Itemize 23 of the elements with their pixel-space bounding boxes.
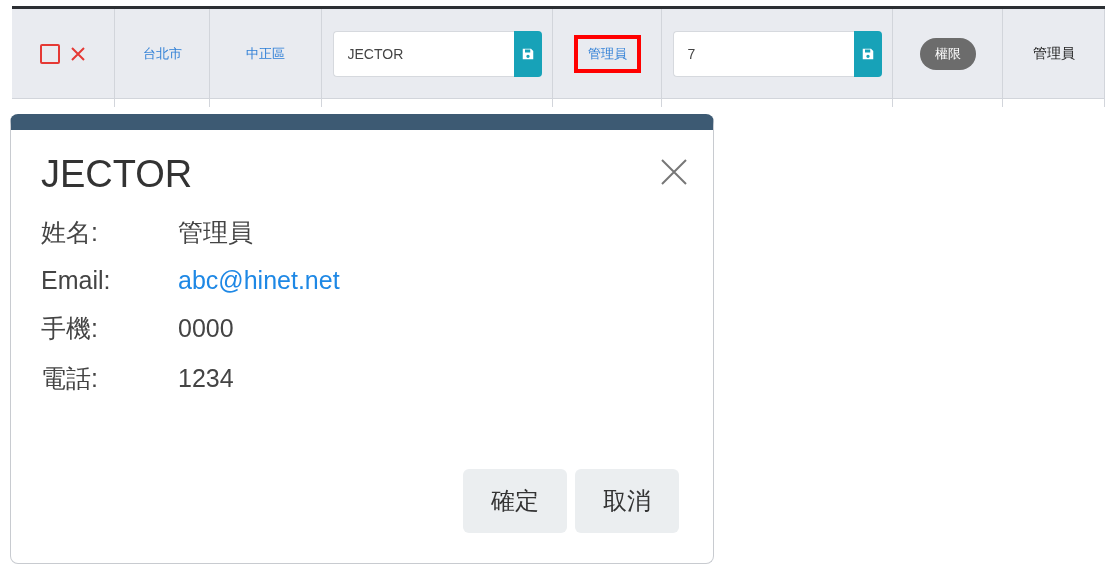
dialog-button[interactable]: 取消 xyxy=(575,469,679,533)
field-value: 管理員 xyxy=(178,217,253,248)
close-icon[interactable] xyxy=(661,159,687,185)
field-label: Email: xyxy=(41,266,112,295)
link[interactable]: 中正區 xyxy=(230,32,301,75)
permission-badge[interactable]: 權限 xyxy=(919,37,976,70)
link[interactable]: 台北市 xyxy=(126,32,198,75)
field-label: 姓名: xyxy=(41,217,99,248)
save-button[interactable] xyxy=(853,30,882,77)
dialog-title: JECTOR xyxy=(41,153,193,196)
field-label: 手機: xyxy=(41,313,99,344)
input-field[interactable]: 7 xyxy=(672,30,854,77)
save-button[interactable] xyxy=(513,30,542,77)
field-value: 1234 xyxy=(178,364,234,393)
dialog-button[interactable]: 確定 xyxy=(463,469,567,533)
close-icon[interactable] xyxy=(70,45,86,62)
checkbox[interactable] xyxy=(40,43,60,64)
input-field[interactable]: JECTOR xyxy=(332,30,514,77)
link[interactable]: 管理員 xyxy=(573,34,641,73)
field-value: 0000 xyxy=(178,314,234,343)
role-text: 管理員 xyxy=(1032,44,1075,63)
field-label: 電話: xyxy=(41,363,99,394)
email-link[interactable]: abc@hinet.net xyxy=(178,266,340,295)
